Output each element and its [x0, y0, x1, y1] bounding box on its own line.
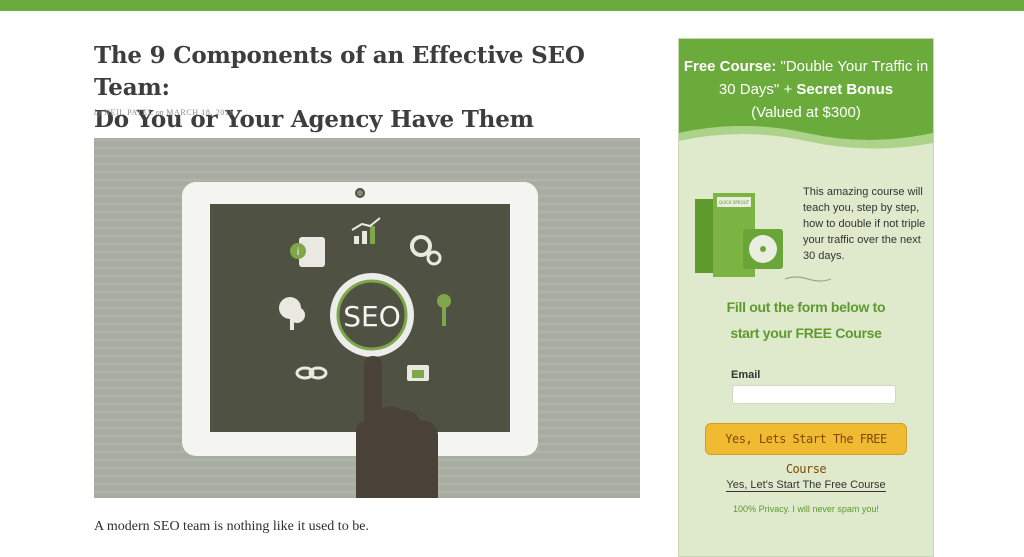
header-value: (Valued at $300)	[751, 104, 861, 121]
form-heading-line1: Fill out the form below to	[726, 299, 886, 315]
byline-by: by	[94, 108, 102, 117]
browser-icon	[407, 365, 429, 381]
form-heading: Fill out the form below to start your FR…	[679, 294, 933, 346]
email-label: Email	[731, 369, 761, 381]
seo-button-icon: SEO	[330, 273, 414, 357]
byline-date: MARCH 18, 2016	[166, 108, 235, 117]
course-product-image: QUICK SPROUT	[695, 193, 783, 277]
form-heading-line2: start your FREE Course	[730, 325, 882, 341]
privacy-note: 100% Privacy. I will never spam you!	[733, 504, 879, 514]
start-course-button[interactable]: Yes, Lets Start The FREE Course	[705, 423, 907, 476]
email-field[interactable]	[732, 385, 896, 404]
product-label: QUICK SPROUT	[719, 200, 750, 205]
start-course-link-wrapper: Yes, Let's Start The Free Course	[679, 479, 933, 492]
hero-seo-text: SEO	[343, 300, 401, 333]
byline-author[interactable]: NEIL PATEL	[104, 108, 153, 117]
svg-text:i: i	[297, 247, 300, 258]
byline-on: on	[155, 108, 164, 117]
sidebar-header: Free Course: "Double Your Traffic in 30 …	[679, 55, 933, 124]
header-free-course: Free Course:	[683, 58, 777, 75]
course-description: This amazing course will teach you, step…	[803, 186, 926, 262]
start-course-link[interactable]: Yes, Let's Start The Free Course	[726, 479, 886, 492]
header-plus: +	[783, 81, 793, 98]
article-title-line1: The 9 Components of an Effective SEO Tea…	[94, 42, 585, 101]
hero-image: i SEO	[94, 138, 640, 498]
top-accent-bar	[0, 0, 1024, 11]
article-caption: A modern SEO team is nothing like it use…	[94, 519, 369, 534]
header-bonus: Secret Bonus	[796, 81, 894, 98]
article-byline: by NEIL PATEL on MARCH 18, 2016	[94, 108, 234, 117]
optin-sidebar: Free Course: "Double Your Traffic in 30 …	[678, 38, 934, 557]
ornament-divider	[784, 276, 832, 282]
